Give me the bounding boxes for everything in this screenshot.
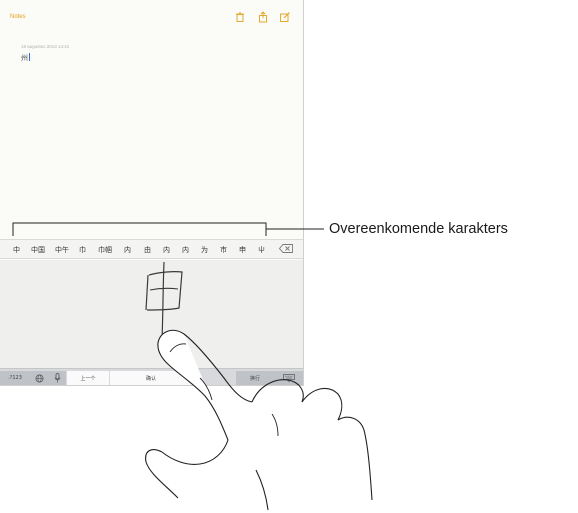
hand-illustration [145, 329, 373, 511]
